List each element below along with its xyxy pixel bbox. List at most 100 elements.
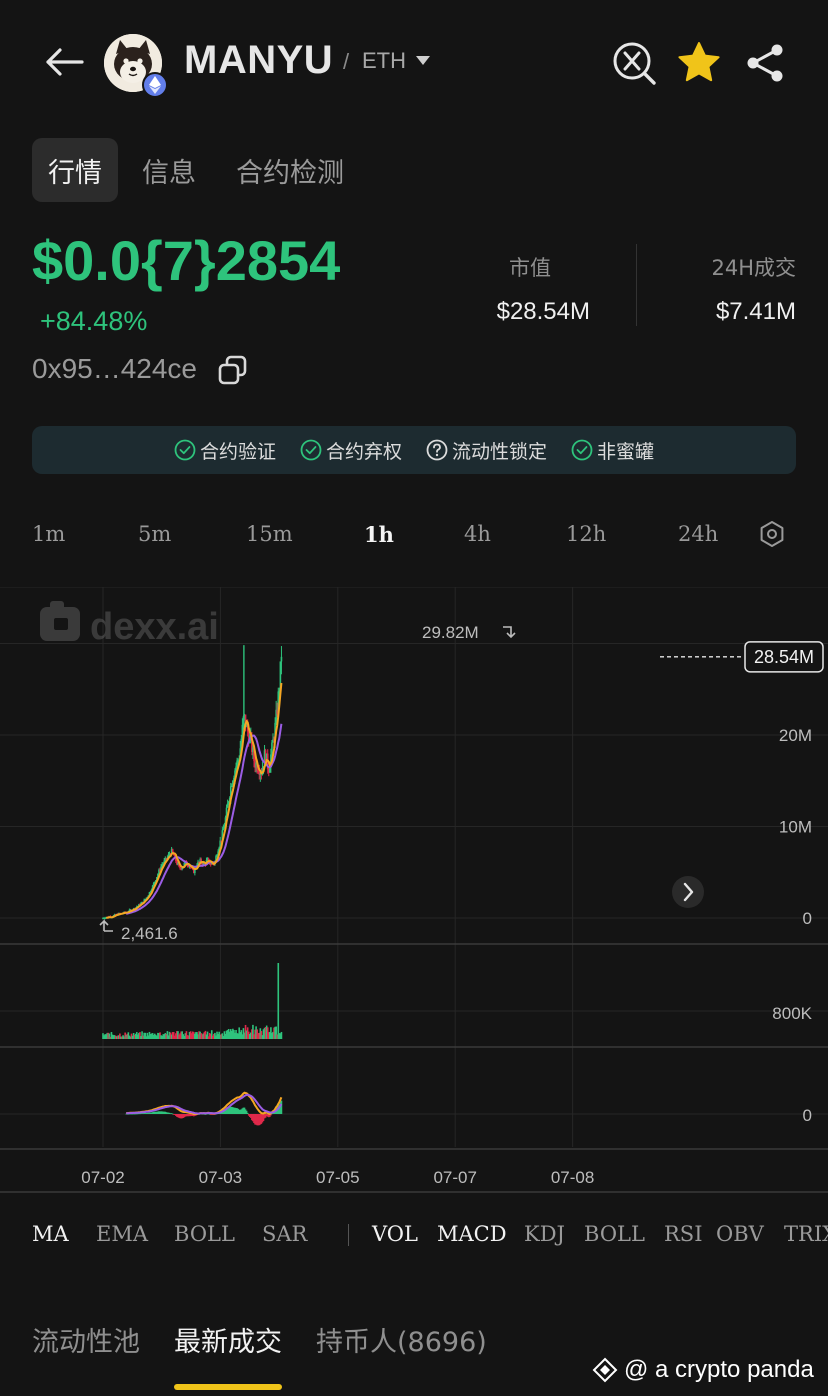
share-icon	[747, 44, 783, 82]
bottom-tabs: 流动性池 最新成交 持币人(8696)	[32, 1320, 521, 1390]
watermark-text: @ a crypto panda	[624, 1356, 814, 1383]
safety-liquidity-locked: 流动性锁定	[426, 437, 547, 464]
low-marker: 2,461.6	[99, 919, 178, 943]
interval-15m[interactable]: 15m	[246, 522, 293, 546]
current-price-label: 28.54M	[754, 647, 814, 667]
market-cap-value: $28.54M	[496, 298, 590, 325]
favorite-button[interactable]	[676, 40, 722, 86]
current-price-tag: 28.54M	[744, 641, 824, 673]
share-button[interactable]	[742, 40, 788, 86]
indicator-trix[interactable]: TRIX	[784, 1222, 828, 1246]
volume-24h-label: 24H成交	[711, 256, 796, 280]
indicator-macd[interactable]: MACD	[437, 1222, 507, 1246]
candle-body	[280, 656, 283, 662]
volume-24h: 24H成交 $7.41M	[660, 252, 796, 326]
x-search-button[interactable]	[610, 39, 658, 87]
chain-separator: /	[343, 49, 350, 74]
safety-not-honeypot: 非蜜罐	[571, 437, 654, 464]
arrow-left-icon	[46, 48, 84, 76]
caret-down-icon[interactable]	[416, 56, 430, 65]
price-change: +84.48%	[40, 306, 148, 336]
indicator-vol[interactable]: VOL	[372, 1222, 418, 1246]
contract-address: 0x95…424ce	[32, 353, 198, 384]
indicator-sar[interactable]: SAR	[262, 1222, 307, 1246]
scroll-right-button[interactable]	[672, 876, 704, 908]
back-button[interactable]	[38, 40, 90, 84]
settings-icon	[760, 521, 784, 547]
macd-bar	[246, 1112, 249, 1114]
interval-5m[interactable]: 5m	[138, 522, 171, 546]
y-tick-0: 0	[803, 909, 812, 928]
interval-24h[interactable]: 24h	[678, 522, 718, 546]
dexx-watermark: dexx.ai	[40, 601, 219, 648]
y-tick-10m: 10M	[779, 818, 812, 837]
tab-liquidity-pool[interactable]: 流动性池	[32, 1320, 140, 1370]
indicator-obv[interactable]: OBV	[716, 1222, 764, 1246]
safety-bar[interactable]: 合约验证 合约弃权 流动性锁定 非蜜罐	[32, 426, 796, 474]
watermark-text: dexx.ai	[90, 606, 219, 648]
safety-ownership-renounced: 合约弃权	[300, 437, 402, 464]
volume-bar	[280, 1031, 283, 1039]
indicator-boll[interactable]: BOLL	[174, 1222, 235, 1246]
safety-label: 非蜜罐	[597, 440, 655, 463]
x-tick: 07-03	[199, 1168, 242, 1187]
interval-4h[interactable]: 4h	[464, 522, 491, 546]
indicator-selector: MA EMA BOLL SAR VOL MACD KDJ BOLL RSI OB…	[0, 1212, 828, 1258]
macd-bar	[280, 1100, 283, 1114]
low-label: 2,461.6	[121, 924, 178, 943]
safety-label: 合约验证	[199, 440, 276, 463]
copy-icon[interactable]	[216, 354, 250, 388]
market-cap-label: 市值	[509, 256, 551, 280]
chain-selector[interactable]: ETH	[362, 48, 406, 74]
token-name: MANYU	[184, 38, 334, 82]
ma-fast-line	[106, 682, 283, 919]
safety-label: 合约弃权	[325, 440, 402, 463]
x-tick: 07-08	[551, 1168, 594, 1187]
check-circle-icon	[174, 439, 196, 461]
high-label: 29.82M	[422, 623, 479, 642]
indicator-rsi[interactable]: RSI	[664, 1222, 703, 1246]
ma-slow-line	[125, 723, 283, 915]
safety-contract-verified: 合约验证	[174, 437, 276, 464]
tab-market[interactable]: 行情	[32, 138, 118, 202]
interval-1h[interactable]: 1h	[364, 522, 394, 547]
volume-24h-value: $7.41M	[715, 298, 796, 325]
main-tabs: 行情 信息 合约检测	[32, 138, 368, 202]
star-icon	[678, 42, 720, 82]
high-marker: 29.82M	[422, 623, 516, 642]
interval-12h[interactable]: 12h	[566, 522, 606, 546]
indicator-ma[interactable]: MA	[32, 1222, 69, 1246]
source-watermark: @ a crypto panda	[592, 1356, 814, 1384]
interval-selector: 1m 5m 15m 1h 4h 12h 24h	[0, 512, 828, 558]
candlestick-chart[interactable]: dexx.ai 29.82M 2,461.6 28.54M 0 10M 20M …	[0, 586, 828, 1193]
indicator-divider	[348, 1224, 349, 1246]
indicator-ema[interactable]: EMA	[96, 1222, 148, 1246]
safety-label: 流动性锁定	[452, 440, 548, 463]
x-tick: 07-02	[81, 1168, 124, 1187]
indicator-kdj[interactable]: KDJ	[524, 1222, 565, 1246]
x-tick: 07-07	[433, 1168, 476, 1187]
price-chart[interactable]: dexx.ai 29.82M 2,461.6 28.54M 0 10M 20M …	[0, 586, 828, 1193]
chart-settings-button[interactable]	[758, 520, 786, 548]
macd-tick: 0	[803, 1106, 812, 1125]
binance-square-icon	[592, 1357, 618, 1383]
tab-info[interactable]: 信息	[126, 138, 212, 202]
token-price: $0.0{7}2854	[32, 229, 341, 292]
volume-bars	[102, 963, 283, 1039]
volume-tick: 800K	[772, 1004, 812, 1023]
header: MANYU / ETH	[0, 0, 828, 125]
x-search-icon	[613, 42, 656, 85]
x-tick: 07-05	[316, 1168, 359, 1187]
stats-divider	[636, 244, 637, 326]
check-circle-icon	[300, 439, 322, 461]
indicator-boll-sub[interactable]: BOLL	[584, 1222, 645, 1246]
ethereum-icon	[142, 72, 168, 98]
tab-latest-trades[interactable]: 最新成交	[174, 1320, 282, 1390]
y-tick-20m: 20M	[779, 726, 812, 745]
tab-holders[interactable]: 持币人(8696)	[316, 1320, 487, 1370]
volume-bar	[277, 963, 280, 1039]
interval-1m[interactable]: 1m	[32, 522, 65, 546]
tab-contract-check[interactable]: 合约检测	[220, 138, 360, 202]
check-circle-icon	[571, 439, 593, 461]
market-cap: 市值 $28.54M	[470, 252, 590, 326]
